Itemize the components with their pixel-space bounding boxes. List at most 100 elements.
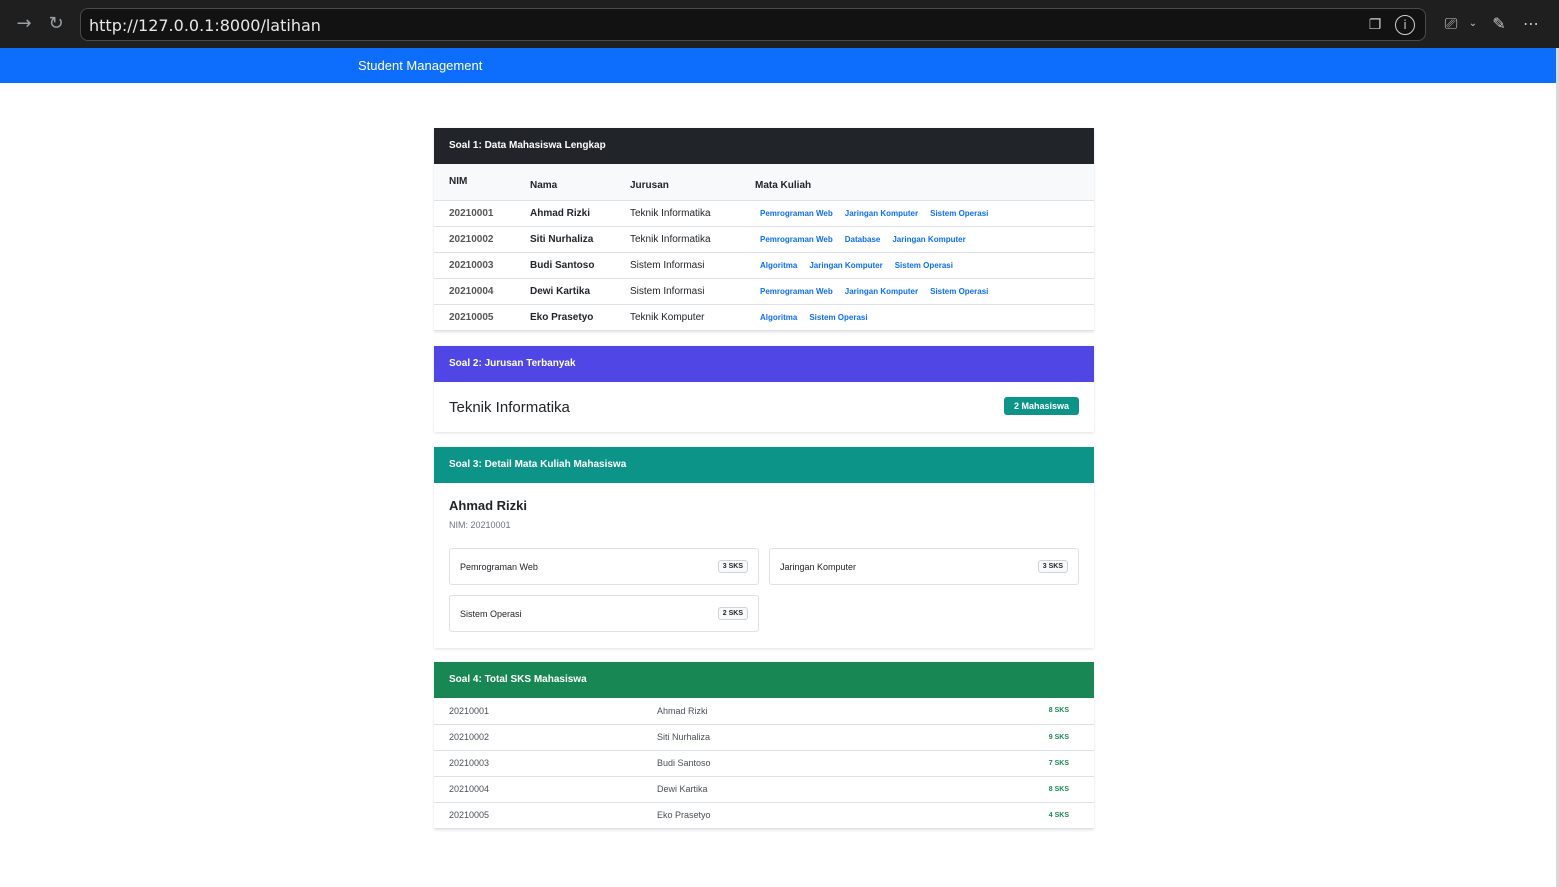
card-soal3-body: Ahmad Rizki NIM: 20210001 Pemrograman We… [434, 483, 1094, 648]
col-jurusan: Jurusan [615, 164, 740, 201]
course-badge: Sistem Operasi [930, 208, 989, 218]
sks-badge: 3 SKS [1037, 560, 1068, 573]
card-soal3: Soal 3: Detail Mata Kuliah Mahasiswa Ahm… [434, 447, 1094, 648]
col-mata-kuliah: Mata Kuliah [740, 164, 1094, 201]
table-header-row: NIM Nama Jurusan Mata Kuliah [434, 164, 1094, 201]
course-badge: Pemrograman Web [760, 208, 833, 218]
table-row: 20210004 Dewi Kartika Sistem Informasi P… [434, 278, 1094, 305]
course-card: Jaringan Komputer 3 SKS [769, 548, 1079, 585]
student-name: Ahmad Rizki [449, 498, 528, 513]
course-name: Pemrograman Web [460, 562, 538, 572]
row-sks: 8 SKS [904, 698, 1094, 725]
row-jurusan: Teknik Komputer [615, 304, 740, 331]
table-row: 20210005 Eko Prasetyo 4 SKS [434, 802, 1094, 829]
course-card: Pemrograman Web 3 SKS [449, 548, 759, 585]
forward-icon[interactable]: → [12, 12, 36, 36]
row-mata-kuliah: Algoritma Sistem Operasi [740, 304, 1094, 331]
row-nim: 20210003 [434, 252, 515, 279]
row-nama: Dewi Kartika [642, 776, 905, 803]
row-nama: Ahmad Rizki [642, 698, 905, 725]
app-navbar: Student Management [0, 48, 1556, 83]
row-mata-kuliah: Algoritma Jaringan Komputer Sistem Operasi [740, 252, 1094, 279]
course-badge: Jaringan Komputer [844, 208, 919, 218]
table-row: 20210001 Ahmad Rizki Teknik Informatika … [434, 200, 1094, 227]
count-badge: 2 Mahasiswa [1003, 397, 1079, 415]
table-row: 20210003 Budi Santoso 7 SKS [434, 750, 1094, 777]
row-nim: 20210004 [434, 776, 642, 803]
row-mata-kuliah: Pemrograman Web Jaringan Komputer Sistem O… [740, 278, 1094, 305]
row-jurusan: Teknik Informatika [615, 200, 740, 227]
course-card: Sistem Operasi 2 SKS [449, 595, 759, 632]
course-badge: Pemrograman Web [760, 234, 833, 244]
table-row: 20210001 Ahmad Rizki 8 SKS [434, 698, 1094, 725]
row-nim: 20210003 [434, 750, 642, 777]
row-sks: 7 SKS [904, 750, 1094, 777]
row-sks: 4 SKS [904, 802, 1094, 829]
course-badge: Jaringan Komputer [844, 286, 919, 296]
table-row: 20210003 Budi Santoso Sistem Informasi A… [434, 252, 1094, 279]
table-row: 20210002 Siti Nurhaliza 9 SKS [434, 724, 1094, 751]
tab-switch-icon[interactable]: ❐ [1363, 14, 1387, 36]
table-row: 20210002 Siti Nurhaliza Teknik Informati… [434, 226, 1094, 253]
row-nama: Dewi Kartika [515, 278, 615, 305]
row-nama: Budi Santoso [642, 750, 905, 777]
row-nama: Siti Nurhaliza [515, 226, 615, 253]
table-row: 20210004 Dewi Kartika 8 SKS [434, 776, 1094, 803]
top-jurusan: Teknik Informatika [449, 399, 570, 416]
student-nim: NIM: 20210001 [449, 520, 511, 530]
row-nim: 20210002 [434, 226, 515, 253]
chevron-down-icon[interactable]: ⌄ [1460, 12, 1486, 36]
row-nim: 20210001 [434, 200, 515, 227]
row-nama: Budi Santoso [515, 252, 615, 279]
row-nim: 20210005 [434, 802, 642, 829]
course-badge: Sistem Operasi [809, 312, 868, 322]
row-nama: Eko Prasetyo [515, 304, 615, 331]
course-badge: Sistem Operasi [930, 286, 989, 296]
row-jurusan: Sistem Informasi [615, 252, 740, 279]
navbar-brand[interactable]: Student Management [358, 58, 482, 73]
card-soal4-title: Soal 4: Total SKS Mahasiswa [434, 662, 1094, 698]
sks-table: 20210001 Ahmad Rizki 8 SKS 20210002 Siti… [434, 698, 1094, 829]
sks-badge: 3 SKS [717, 560, 748, 573]
course-name: Sistem Operasi [460, 609, 522, 619]
course-badge: Algoritma [760, 260, 798, 270]
course-badge: Sistem Operasi [894, 260, 953, 270]
row-jurusan: Teknik Informatika [615, 226, 740, 253]
row-nama: Siti Nurhaliza [642, 724, 905, 751]
tools-icon[interactable]: ✎ [1486, 12, 1512, 36]
col-nama: Nama [515, 164, 615, 201]
row-sks: 9 SKS [904, 724, 1094, 751]
sks-badge: 2 SKS [717, 607, 748, 620]
browser-toolbar: → ↻ http://127.0.0.1:8000/latihan ❐ i ⎚ … [0, 0, 1559, 48]
card-soal1-title: Soal 1: Data Mahasiswa Lengkap [434, 128, 1094, 164]
row-nim: 20210001 [434, 698, 642, 725]
site-info-icon[interactable]: i [1395, 15, 1415, 35]
course-badge: Jaringan Komputer [809, 260, 883, 270]
row-mata-kuliah: Pemrograman Web Database Jaringan Komputer [740, 226, 1094, 253]
row-mata-kuliah: Pemrograman Web Jaringan Komputer Sistem O… [740, 200, 1094, 227]
row-nama: Eko Prasetyo [642, 802, 905, 829]
card-soal4: Soal 4: Total SKS Mahasiswa 20210001 Ahm… [434, 662, 1094, 829]
url-text[interactable]: http://127.0.0.1:8000/latihan [89, 16, 321, 35]
card-soal3-title: Soal 3: Detail Mata Kuliah Mahasiswa [434, 447, 1094, 483]
card-soal2-title: Soal 2: Jurusan Terbanyak [434, 346, 1094, 382]
more-icon[interactable]: ⋯ [1518, 12, 1544, 36]
table-row: 20210005 Eko Prasetyo Teknik Komputer Al… [434, 304, 1094, 331]
course-badge: Pemrograman Web [760, 286, 833, 296]
row-nim: 20210005 [434, 304, 515, 331]
col-nim: NIM [434, 164, 515, 201]
course-badge: Database [844, 234, 881, 244]
mahasiswa-table: NIM Nama Jurusan Mata Kuliah 20210001 Ah… [434, 164, 1094, 331]
card-soal2-body: Teknik Informatika 2 Mahasiswa [434, 382, 1094, 432]
reload-icon[interactable]: ↻ [44, 12, 68, 36]
card-soal2: Soal 2: Jurusan Terbanyak Teknik Informa… [434, 346, 1094, 432]
address-bar[interactable]: http://127.0.0.1:8000/latihan ❐ i [80, 8, 1426, 41]
course-badge: Jaringan Komputer [892, 234, 966, 244]
row-jurusan: Sistem Informasi [615, 278, 740, 305]
course-badge: Algoritma [760, 312, 798, 322]
row-nim: 20210004 [434, 278, 515, 305]
card-soal1: Soal 1: Data Mahasiswa Lengkap NIM Nama … [434, 128, 1094, 331]
row-nama: Ahmad Rizki [515, 200, 615, 227]
course-name: Jaringan Komputer [780, 562, 857, 572]
row-nim: 20210002 [434, 724, 642, 751]
